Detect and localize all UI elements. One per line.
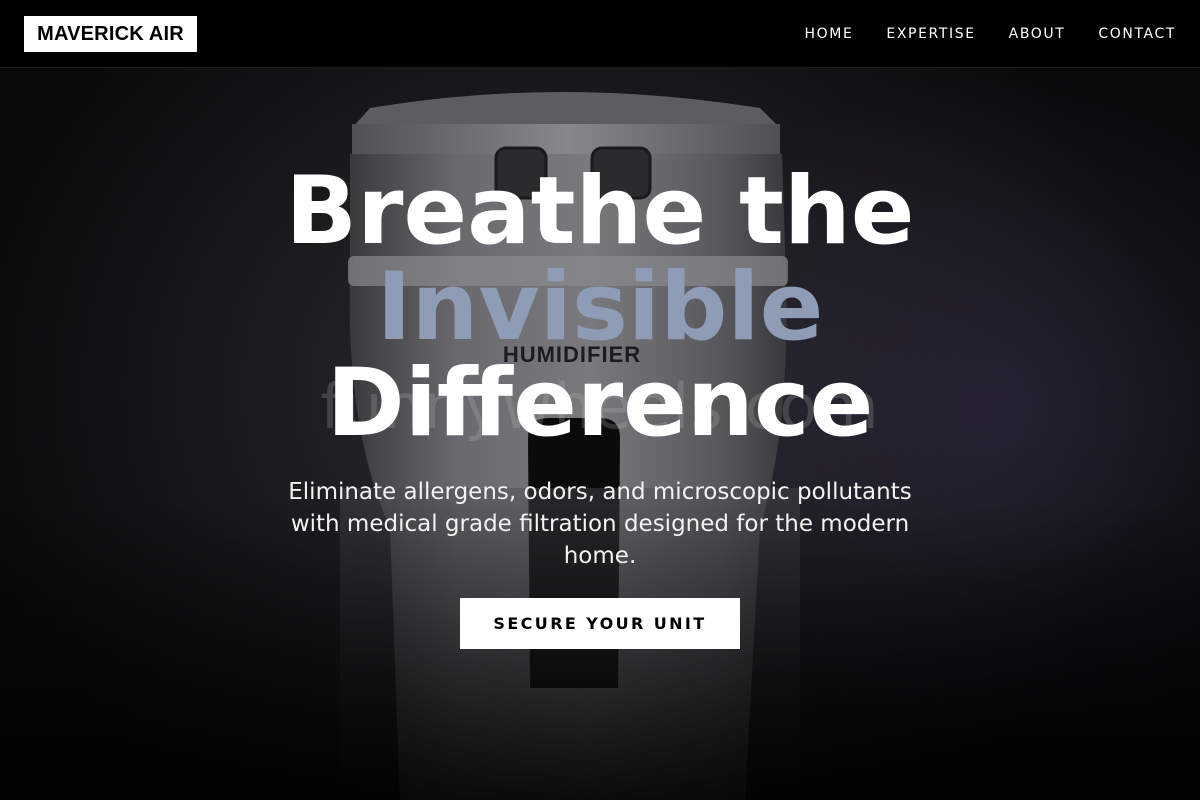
nav-link-about[interactable]: ABOUT (1009, 26, 1066, 42)
headline-line-2-accent: Invisible (376, 253, 824, 362)
product-cap-shape (352, 92, 780, 128)
product-top-band (352, 124, 780, 154)
hero-section: HUMIDIFIER funnywheels.com Breathe the I… (0, 68, 1200, 800)
nav-link-home[interactable]: HOME (805, 26, 854, 42)
hero-subtext: Eliminate allergens, odors, and microsco… (288, 479, 912, 569)
headline-line-1: Breathe the (285, 157, 915, 266)
nav-link-contact[interactable]: CONTACT (1098, 26, 1176, 42)
secure-your-unit-button[interactable]: SECURE YOUR UNIT (460, 598, 740, 649)
main-nav: HOME EXPERTISE ABOUT CONTACT (805, 0, 1176, 68)
navbar: MAVERICK AIR HOME EXPERTISE ABOUT CONTAC… (0, 0, 1200, 68)
nav-link-expertise[interactable]: EXPERTISE (886, 26, 975, 42)
hero-headline: Breathe the Invisible Difference (0, 164, 1200, 452)
headline-line-3: Difference (326, 349, 874, 458)
brand-logo[interactable]: MAVERICK AIR (24, 16, 197, 52)
